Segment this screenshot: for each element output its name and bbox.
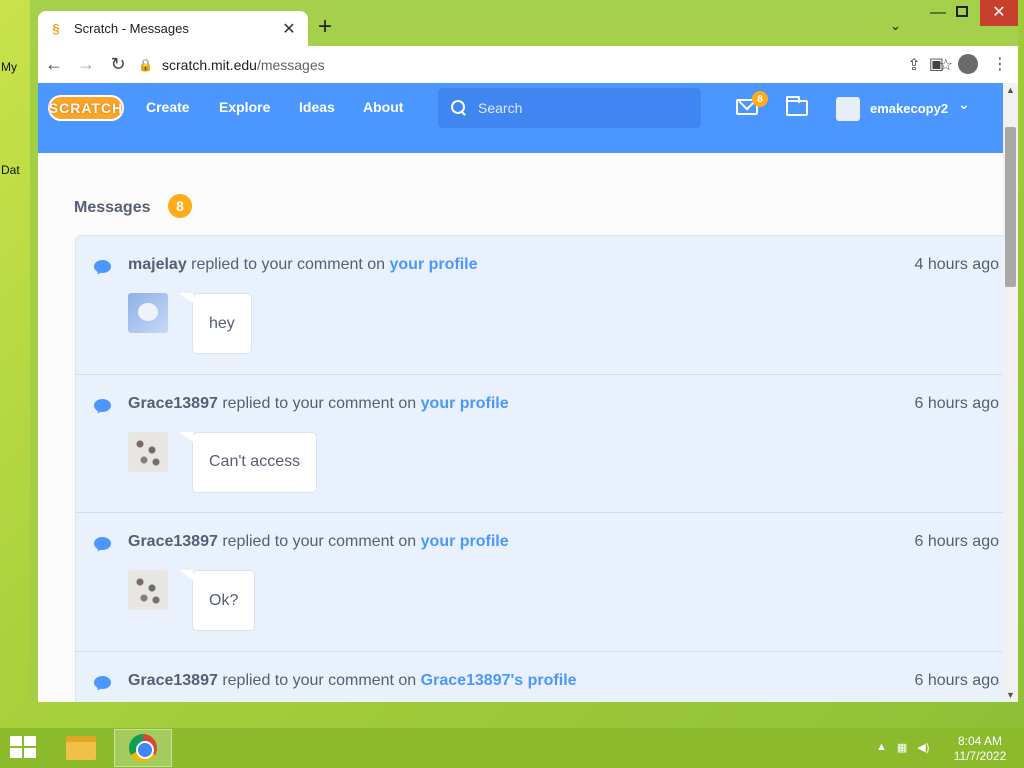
message-connector: replied to your comment on [222, 533, 417, 550]
message-text: majelay replied to your comment on your … [128, 256, 478, 274]
close-window-button[interactable]: ✕ [980, 0, 1018, 26]
tab-scratch-messages[interactable]: § Scratch - Messages ✕ [38, 11, 308, 46]
clock-date: 11/7/2022 [953, 749, 1007, 763]
scratch-logo[interactable]: SCRATCH [48, 95, 124, 121]
lock-icon[interactable]: 🔒 [138, 58, 153, 72]
message-item: Grace13897 replied to your comment on Gr… [76, 651, 1003, 702]
tab-title: Scratch - Messages [74, 21, 189, 36]
message-connector: replied to your comment on [191, 256, 386, 273]
message-text: Grace13897 replied to your comment on Gr… [128, 672, 577, 690]
share-icon[interactable]: ⇪ [907, 55, 920, 75]
search-input[interactable]: Search [438, 88, 701, 128]
system-tray: ▲ ▦ ◀) [876, 741, 929, 754]
windows-start-icon[interactable] [10, 736, 38, 760]
nav-link-explore[interactable]: Explore [219, 99, 270, 115]
scroll-down-arrow-icon[interactable]: ▼ [1006, 690, 1015, 700]
message-text: Grace13897 replied to your comment on yo… [128, 533, 509, 551]
comment-bubble-icon [94, 675, 111, 689]
message-connector: replied to your comment on [222, 394, 417, 412]
taskbar: ▲ ▦ ◀) 8:04 AM 11/7/2022 [0, 728, 1024, 768]
header-banner [38, 133, 1003, 153]
message-user-link[interactable]: Grace13897 [128, 672, 218, 689]
username[interactable]: emakecopy2 [870, 101, 948, 116]
page-title: Messages [74, 199, 151, 216]
comment-bubble-icon [94, 537, 111, 550]
message-user-link[interactable]: Grace13897 [128, 533, 218, 550]
message-item: Grace13897 replied to your comment on yo… [76, 374, 1003, 513]
search-placeholder: Search [478, 100, 523, 116]
network-icon[interactable]: ▦ [897, 741, 907, 754]
nav-link-about[interactable]: About [363, 99, 403, 115]
address-bar[interactable]: 🔒 scratch.mit.edu/messages ⇪ ☆ [138, 49, 953, 80]
search-icon [450, 99, 468, 117]
messages-badge: 8 [752, 91, 768, 107]
message-item: Grace13897 replied to your comment on yo… [76, 513, 1003, 652]
desktop-icon-label[interactable]: My [1, 60, 17, 74]
scratch-cat-icon: § [52, 21, 60, 36]
message-list: majelay replied to your comment on your … [75, 235, 1003, 702]
commenter-avatar[interactable] [128, 431, 168, 472]
toolbar-actions: ▣ ⋮ [929, 54, 1008, 74]
reload-icon[interactable]: ↻ [102, 54, 134, 75]
browser-toolbar: ← → ↻ 🔒 scratch.mit.edu/messages ⇪ ☆ ▣ ⋮ [38, 46, 1018, 83]
comment-bubble: hey [179, 293, 252, 354]
browser-window: § Scratch - Messages ✕ + ⌄ — ✕ ← → ↻ 🔒 s… [30, 0, 1018, 702]
minimize-button[interactable]: — [930, 4, 946, 22]
chrome-icon [129, 734, 157, 762]
message-target-link[interactable]: your profile [390, 256, 478, 273]
taskbar-chrome[interactable] [114, 729, 172, 767]
page-viewport: SCRATCH Create Explore Ideas About Searc… [38, 83, 1003, 702]
message-time: 6 hours ago [914, 394, 999, 412]
my-stuff-folder-icon[interactable] [786, 96, 808, 116]
comment-text: Can't access [209, 453, 301, 470]
clock-time: 8:04 AM [957, 734, 1003, 748]
message-time: 4 hours ago [914, 256, 999, 273]
message-target-link[interactable]: Grace13897's profile [421, 672, 577, 689]
comment-text: Ok? [209, 591, 239, 609]
message-item: majelay replied to your comment on your … [76, 236, 1003, 375]
new-tab-button[interactable]: + [318, 15, 332, 39]
desktop-icon-label[interactable]: Dat [1, 163, 20, 177]
tab-strip: § Scratch - Messages ✕ + ⌄ — ✕ [30, 0, 1018, 46]
chevron-down-icon[interactable]: ⌄ [958, 96, 970, 113]
url-domain: scratch.mit.edu [162, 56, 257, 73]
message-connector: replied to your comment on [222, 671, 417, 689]
scroll-up-arrow-icon[interactable]: ▲ [1006, 85, 1015, 95]
side-panel-icon[interactable]: ▣ [929, 54, 944, 74]
folder-icon [66, 736, 96, 760]
nav-link-create[interactable]: Create [146, 99, 190, 115]
page-scrollbar[interactable]: ▲ ▼ [1003, 83, 1018, 702]
messages-count-badge: 8 [168, 194, 192, 218]
commenter-avatar[interactable] [128, 293, 168, 333]
taskbar-clock[interactable]: 8:04 AM 11/7/2022 [948, 734, 1012, 764]
forward-arrow-icon[interactable]: → [70, 54, 102, 75]
message-text: Grace13897 replied to your comment on yo… [128, 395, 509, 413]
nav-link-ideas[interactable]: Ideas [299, 99, 335, 115]
commenter-avatar[interactable] [128, 570, 168, 610]
taskbar-file-explorer[interactable] [52, 729, 110, 767]
volume-icon[interactable]: ◀) [917, 741, 929, 754]
message-user-link[interactable]: Grace13897 [128, 395, 218, 412]
show-hidden-icons-icon[interactable]: ▲ [876, 741, 887, 754]
message-time: 6 hours ago [914, 671, 999, 689]
maximize-button[interactable] [956, 6, 968, 17]
comment-text: hey [209, 314, 235, 332]
user-avatar[interactable] [836, 97, 860, 121]
message-time: 6 hours ago [914, 533, 999, 550]
scratch-navbar: SCRATCH Create Explore Ideas About Searc… [38, 83, 1003, 133]
tab-search-chevron-icon[interactable]: ⌄ [890, 18, 901, 34]
menu-kebab-icon[interactable]: ⋮ [992, 54, 1008, 74]
scrollbar-thumb[interactable] [1005, 127, 1016, 287]
message-target-link[interactable]: your profile [421, 395, 509, 412]
message-target-link[interactable]: your profile [421, 533, 509, 550]
comment-bubble-icon [94, 398, 111, 412]
comment-bubble-icon [94, 260, 111, 273]
profile-avatar-icon[interactable] [958, 54, 978, 74]
close-tab-icon[interactable]: ✕ [280, 19, 298, 39]
comment-bubble: Ok? [178, 570, 256, 631]
comment-bubble: Can't access [178, 431, 318, 493]
message-user-link[interactable]: majelay [128, 256, 187, 273]
back-arrow-icon[interactable]: ← [38, 54, 70, 75]
url-path: /messages [256, 56, 325, 73]
